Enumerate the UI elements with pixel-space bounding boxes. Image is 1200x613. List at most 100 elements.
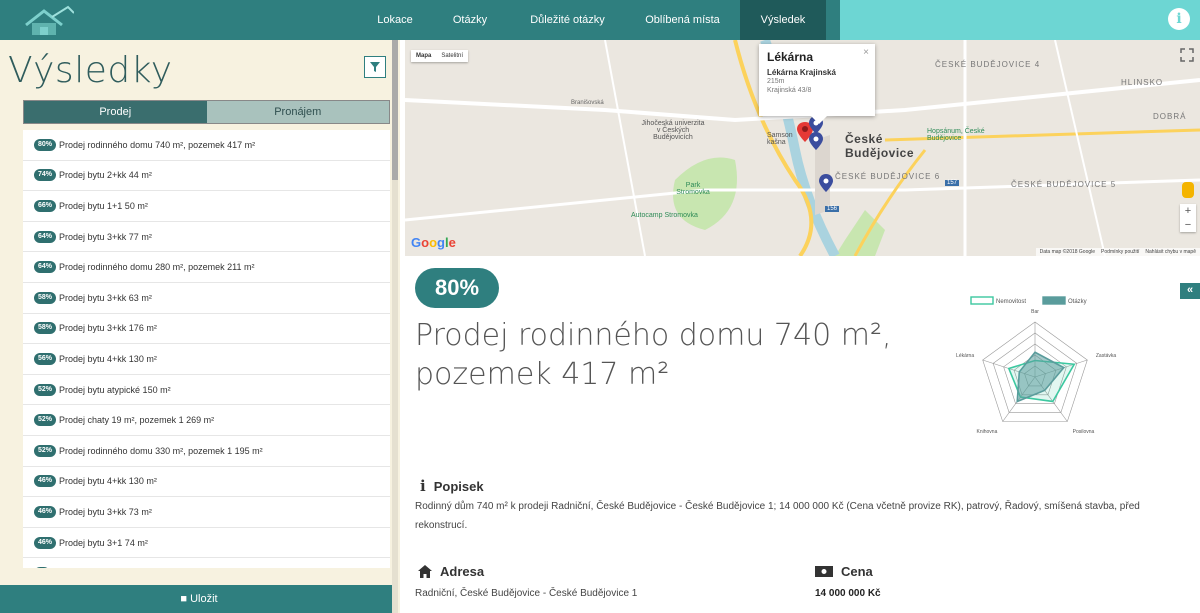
- popisek-heading: i Popisek: [420, 477, 484, 495]
- match-badge: 58%: [34, 322, 57, 335]
- save-icon: ■: [180, 593, 188, 605]
- list-item-label: Prodej bytu 2+kk 44 m²: [59, 170, 152, 181]
- list-item[interactable]: 52% Prodej rodinného domu 330 m², pozemek…: [23, 436, 390, 467]
- radar-axis-label: Lékárna: [956, 353, 974, 359]
- terms-link[interactable]: Podmínky použití: [1101, 249, 1139, 255]
- match-badge: 46%: [34, 505, 57, 518]
- collapse-panel-button[interactable]: «: [1180, 283, 1200, 299]
- zoom-out-button[interactable]: −: [1180, 218, 1196, 232]
- list-item[interactable]: 64% Prodej rodinného domu 280 m², pozemek…: [23, 252, 390, 283]
- fullscreen-icon[interactable]: [1180, 48, 1194, 62]
- radar-axis-label: Posilovna: [1073, 429, 1095, 435]
- list-item[interactable]: 80% Prodej rodinného domu 740 m², pozemek…: [23, 130, 390, 161]
- info-icon[interactable]: i: [1168, 8, 1190, 30]
- panel-scrollbar[interactable]: [392, 40, 398, 613]
- step-lokace[interactable]: Lokace: [360, 0, 430, 40]
- list-item-label: Prodej bytu atypické 150 m²: [59, 384, 171, 395]
- home-icon: [418, 565, 432, 578]
- street-view-pegman-icon[interactable]: [1182, 182, 1194, 198]
- match-badge: 74%: [34, 169, 57, 182]
- list-item[interactable]: 56% Prodej bytu 4+kk 130 m²: [23, 344, 390, 375]
- address-value: Radniční, České Budějovice - České Buděj…: [415, 588, 638, 599]
- list-item[interactable]: 74% Prodej bytu 2+kk 44 m²: [23, 161, 390, 192]
- match-badge: 58%: [34, 291, 57, 304]
- list-item[interactable]: 46% Prodej bytu 3+1 74 m²: [23, 528, 390, 559]
- match-badge: [34, 567, 50, 568]
- report-error-link[interactable]: Nahlásit chybu v mapě: [1145, 249, 1196, 255]
- match-badge: 46%: [34, 475, 57, 488]
- list-item-label: Prodej bytu 3+1 74 m²: [59, 537, 148, 548]
- list-item-label: Prodej bytu 3+kk 176 m²: [59, 323, 157, 334]
- step-oblibena-mista[interactable]: Oblíbená místa: [625, 0, 740, 40]
- popup-place-name: Lékárna Krajinská: [767, 68, 836, 77]
- top-nav: Lokace Otázky Důležité otázky Oblíbená m…: [0, 0, 1200, 40]
- map[interactable]: Mapa Satelitní ČESKÉ BUDĚJOVICE 4 HLINSK…: [405, 40, 1200, 256]
- match-percentage-badge: 80%: [415, 268, 499, 308]
- list-item[interactable]: 46% Prodej bytu 4+kk 130 m²: [23, 467, 390, 498]
- scrollbar-thumb[interactable]: [392, 40, 398, 180]
- step-dulezite-otazky[interactable]: Důležité otázky: [510, 0, 625, 40]
- map-label-branisovska: Branišovská: [571, 100, 604, 106]
- house-logo-icon[interactable]: [22, 5, 74, 37]
- map-label-park: Park Stromovka: [676, 182, 710, 196]
- radar-axis-label: Knihovna: [977, 429, 998, 435]
- wizard-steps: Lokace Otázky Důležité otázky Oblíbená m…: [360, 0, 826, 40]
- results-list: 80% Prodej rodinného domu 740 m², pozemek…: [23, 130, 390, 568]
- match-badge: 66%: [34, 199, 57, 212]
- save-button[interactable]: ■ Uložit: [0, 585, 398, 613]
- road-156-label: 156: [825, 206, 840, 212]
- legend-swatch: [970, 296, 994, 305]
- filter-button[interactable]: [364, 56, 386, 78]
- list-item[interactable]: 46% Prodej bytu 3+kk 73 m²: [23, 497, 390, 528]
- legend-label: Otázky: [1068, 299, 1087, 305]
- cena-heading: Cena: [815, 564, 873, 579]
- list-item-label: Prodej chaty 19 m², pozemek 1 269 m²: [59, 415, 215, 426]
- match-badge: 64%: [34, 230, 57, 243]
- zoom-in-button[interactable]: +: [1180, 204, 1196, 218]
- google-logo: Google: [411, 235, 456, 250]
- close-icon[interactable]: ×: [863, 47, 869, 58]
- list-item[interactable]: 58% Prodej bytu 3+kk 176 m²: [23, 314, 390, 345]
- match-badge: 64%: [34, 261, 57, 274]
- step-otazky[interactable]: Otázky: [430, 0, 510, 40]
- page-title: Výsledky: [8, 50, 173, 91]
- match-badge: 52%: [34, 414, 57, 427]
- list-item-label: Prodej bytu 1+1 50 m²: [59, 200, 148, 211]
- list-item[interactable]: 52% Prodej chaty 19 m², pozemek 1 269 m²: [23, 405, 390, 436]
- price-value: 14 000 000 Kč: [815, 588, 881, 599]
- info-icon: i: [420, 477, 426, 495]
- list-item[interactable]: 66% Prodej bytu 1+1 50 m²: [23, 191, 390, 222]
- map-type-mapa[interactable]: Mapa: [411, 50, 436, 62]
- list-item[interactable]: 64% Prodej bytu 3+kk 77 m²: [23, 222, 390, 253]
- match-badge: 46%: [34, 536, 57, 549]
- tab-pronajem[interactable]: Pronájem: [206, 101, 389, 123]
- radar-axis-label: Bar: [1031, 309, 1039, 315]
- list-item[interactable]: 58% Prodej bytu 3+kk 63 m²: [23, 283, 390, 314]
- property-title: Prodej rodinného domu 740 m², pozemek 41…: [415, 318, 892, 392]
- blue-marker-icon[interactable]: [819, 174, 833, 192]
- popup-distance: 215m: [767, 78, 785, 85]
- popup-title: Lékárna: [767, 50, 814, 64]
- map-info-popup[interactable]: Lékárna Lékárna Krajinská 215m Krajinská…: [759, 44, 875, 124]
- map-type-switch: Mapa Satelitní: [411, 50, 469, 62]
- map-label-university: Jihočeská univerzita v Českých Budějovic…: [641, 120, 705, 141]
- radar-chart: Nemovitost Otázky Bar Zastávka Posilovna Kni…: [956, 296, 1116, 435]
- step-vysledek[interactable]: Výsledek: [740, 0, 826, 40]
- tab-prodej[interactable]: Prodej: [24, 101, 207, 123]
- map-type-satelitni[interactable]: Satelitní: [436, 50, 468, 62]
- map-label-hlinsko: HLINSKO: [1121, 78, 1164, 87]
- list-item-label: Prodej bytu 4+kk 130 m²: [59, 476, 157, 487]
- popup-address: Krajinská 43/8: [767, 87, 812, 94]
- map-label-hopsanum: Hopsánum, České Budějovice: [927, 128, 985, 142]
- blue-marker-icon[interactable]: [809, 132, 823, 150]
- legend-label: Nemovitost: [996, 299, 1026, 305]
- list-item[interactable]: 52% Prodej bytu atypické 150 m²: [23, 375, 390, 406]
- map-label-district6: ČESKÉ BUDĚJOVICE 6: [835, 172, 941, 181]
- steps-arrow-tip: [826, 0, 840, 40]
- list-item[interactable]: [23, 558, 390, 568]
- zoom-control: + −: [1180, 204, 1196, 232]
- match-badge: 80%: [34, 138, 57, 151]
- map-footer: Data map ©2018 Google Podmínky použití N…: [1035, 248, 1200, 256]
- list-item-label: Prodej bytu 3+kk 73 m²: [59, 506, 152, 517]
- filter-icon: [370, 62, 380, 72]
